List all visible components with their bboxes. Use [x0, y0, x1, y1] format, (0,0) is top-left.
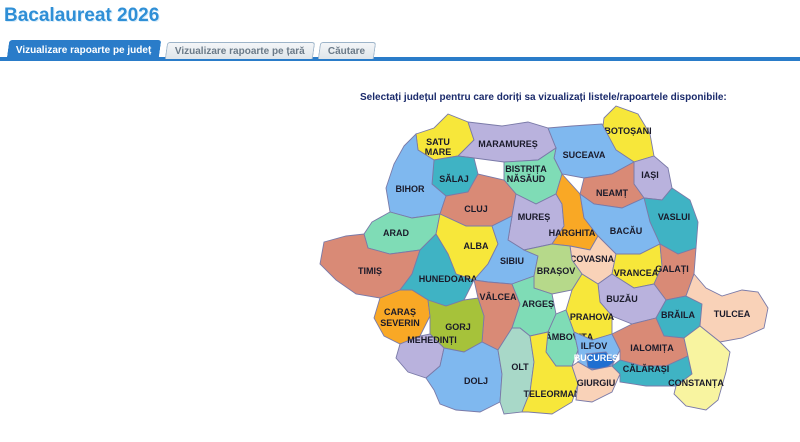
county-label: SUCEAVA [563, 150, 606, 160]
tab-reports-by-country[interactable]: Vizualizare rapoarte pe țară [164, 42, 316, 59]
county-label: BRAȘOV [537, 266, 576, 276]
county-label: ALBA [464, 241, 489, 251]
county-label: NEAMȚ [596, 188, 628, 198]
tab-reports-by-county[interactable]: Vizualizare rapoarte pe județ [6, 40, 162, 59]
romania-county-map: SATU MARE MARAMUREȘ BOTOȘANI SUCEAVA BIS… [316, 104, 776, 422]
county-label: ARAD [383, 228, 409, 238]
map-instruction: Selectați județul pentru care doriți sa … [360, 92, 727, 103]
county-label: DOLJ [464, 376, 488, 386]
county-label: BUZĂU [606, 294, 638, 304]
county-label: ARGEȘ [522, 299, 554, 309]
county-label: ILFOV [581, 341, 608, 351]
county-label: VASLUI [658, 212, 690, 222]
county-label: VÂLCEA [479, 291, 517, 302]
county-label: CARAȘ [384, 307, 416, 317]
county-label: GALAȚI [655, 264, 689, 274]
county-label: TULCEA [714, 309, 751, 319]
county-label: CLUJ [464, 204, 488, 214]
tab-bar: Vizualizare rapoarte pe județ Vizualizar… [0, 40, 800, 62]
county-label: BRĂILA [661, 310, 695, 320]
county-label: MARAMUREȘ [478, 139, 538, 149]
county-maramures[interactable]: MARAMUREȘ [457, 121, 557, 163]
county-label: MEHEDINȚI [407, 335, 457, 345]
county-label: SATU [426, 137, 450, 147]
county-label: MARE [425, 147, 452, 157]
county-label: CĂLĂRAȘI [623, 364, 670, 374]
tab-label: Căutare [328, 45, 366, 57]
county-label: HUNEDOARA [419, 274, 478, 284]
county-label: PRAHOVA [570, 312, 615, 322]
county-label: IALOMIȚA [630, 343, 674, 353]
tab-label: Vizualizare rapoarte pe județ [16, 44, 152, 56]
county-label: IAȘI [641, 170, 659, 180]
county-label: VRANCEA [614, 268, 659, 278]
county-label: SIBIU [500, 256, 524, 266]
county-label: SĂLAJ [439, 174, 469, 184]
county-label: BOTOȘANI [604, 126, 651, 136]
county-label: MUREȘ [518, 212, 551, 222]
county-label: COVASNA [570, 254, 615, 264]
county-label: HARGHITA [549, 228, 596, 238]
county-label: SEVERIN [380, 318, 420, 328]
county-label: CONSTANȚA [668, 378, 724, 388]
page-title: Bacalaureat 2026 [4, 5, 160, 26]
county-label: TELEORMAN [524, 389, 581, 399]
tab-search[interactable]: Căutare [317, 42, 377, 59]
county-label: BACĂU [610, 226, 643, 236]
county-label: BIHOR [396, 184, 426, 194]
county-label: GORJ [445, 322, 471, 332]
county-label: NĂSĂUD [507, 174, 546, 184]
county-label: OLT [511, 362, 529, 372]
county-label: BISTRIȚA [505, 164, 547, 174]
tab-label: Vizualizare rapoarte pe țară [174, 45, 305, 57]
county-label: GIURGIU [577, 378, 616, 388]
county-label: TIMIȘ [358, 266, 382, 276]
